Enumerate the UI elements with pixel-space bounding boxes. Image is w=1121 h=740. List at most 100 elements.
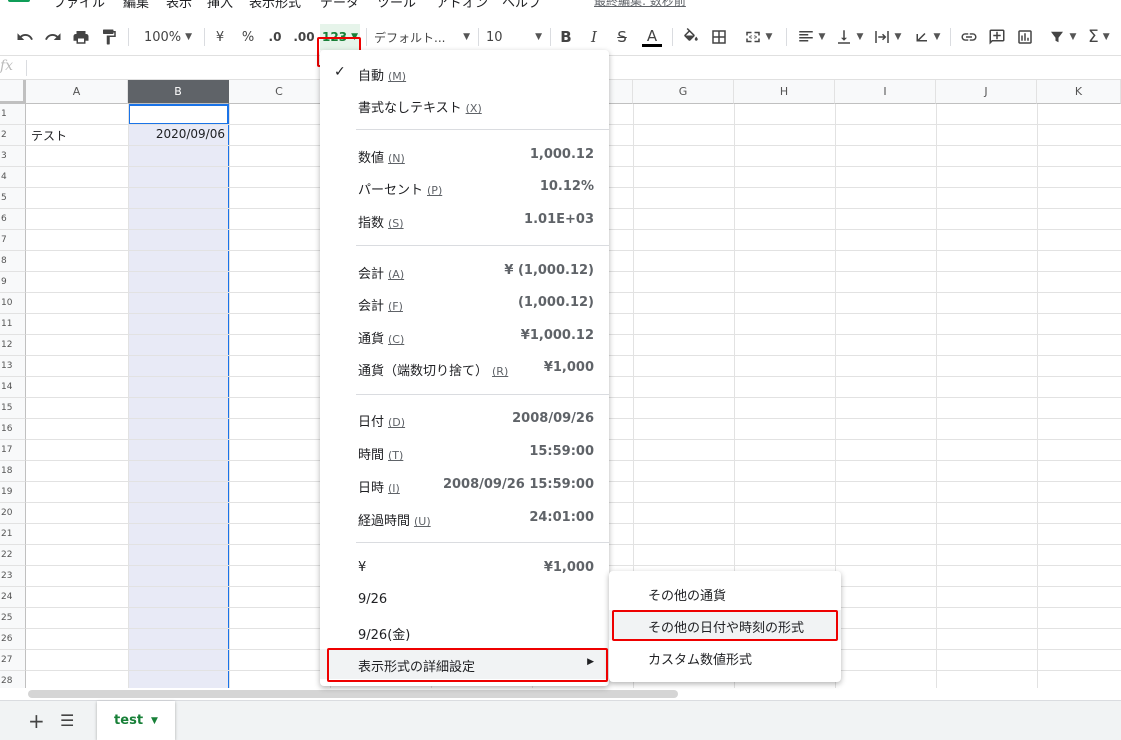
vertical-align-icon[interactable]: ▼ — [832, 24, 866, 50]
menu-item-more-formats[interactable]: 表示形式の詳細設定 ▶ — [320, 649, 609, 679]
percent-format-button[interactable]: % — [238, 24, 258, 50]
row-header-8[interactable]: 8 — [0, 251, 26, 272]
menu-item-custom-yen[interactable]: ¥ ¥1,000 — [320, 553, 609, 583]
menu-view[interactable]: 表示 — [166, 0, 192, 11]
row-header-25[interactable]: 25 — [0, 608, 26, 629]
row-header-3[interactable]: 3 — [0, 146, 26, 167]
menu-item-duration[interactable]: 経過時間 (U) 24:01:00 — [320, 503, 609, 533]
menu-item-automatic[interactable]: ✓ 自動 (M) — [320, 58, 609, 88]
menu-tools[interactable]: ツール — [377, 0, 416, 11]
row-header-10[interactable]: 10 — [0, 293, 26, 314]
insert-chart-icon[interactable] — [1014, 24, 1036, 50]
column-header-h[interactable]: H — [734, 80, 835, 104]
row-header-11[interactable]: 11 — [0, 314, 26, 335]
insert-comment-icon[interactable] — [986, 24, 1008, 50]
sheets-logo-icon[interactable] — [8, 0, 30, 2]
horizontal-scrollbar[interactable] — [28, 690, 678, 698]
row-header-16[interactable]: 16 — [0, 419, 26, 440]
text-wrap-icon[interactable]: ▼ — [870, 24, 904, 50]
add-sheet-icon[interactable]: + — [28, 709, 45, 733]
menu-data[interactable]: データ — [320, 0, 359, 11]
increase-decimal-button[interactable]: .00 — [292, 24, 316, 50]
menu-item-scientific[interactable]: 指数 (S) 1.01E+03 — [320, 205, 609, 235]
functions-icon[interactable]: Σ ▼ — [1088, 24, 1121, 50]
row-header-2[interactable]: 2 — [0, 125, 26, 146]
all-sheets-icon[interactable]: ☰ — [60, 711, 74, 730]
row-header-14[interactable]: 14 — [0, 377, 26, 398]
column-header-g[interactable]: G — [633, 80, 734, 104]
menu-edit[interactable]: 編集 — [123, 0, 149, 11]
menu-item-date-time[interactable]: 日時 (I) 2008/09/26 15:59:00 — [320, 470, 609, 500]
column-header-k[interactable]: K — [1037, 80, 1121, 104]
column-header-c[interactable]: C — [229, 80, 330, 104]
last-edit-link[interactable]: 最終編集: 数秒前 — [594, 0, 686, 9]
menu-file[interactable]: ファイル — [53, 0, 105, 11]
row-header-1[interactable]: 1 — [0, 104, 26, 125]
text-color-button[interactable]: A — [640, 24, 664, 50]
row-header-18[interactable]: 18 — [0, 461, 26, 482]
borders-icon[interactable] — [708, 24, 730, 50]
column-header-b[interactable]: B — [128, 80, 229, 104]
menu-item-currency[interactable]: 通貨 (C) ¥1,000.12 — [320, 321, 609, 351]
menu-addons[interactable]: アドオン — [436, 0, 488, 11]
row-header-4[interactable]: 4 — [0, 167, 26, 188]
submenu-more-date-time-formats[interactable]: その他の日付や時刻の形式 — [609, 610, 841, 640]
row-header-28[interactable]: 28 — [0, 671, 26, 688]
paint-format-icon[interactable] — [98, 24, 120, 50]
menu-item-custom-m-d-weekday[interactable]: 9/26(金) — [320, 617, 609, 647]
font-select[interactable]: デフォルト... ▼ — [374, 24, 470, 50]
text-rotate-icon[interactable]: ▼ — [908, 24, 944, 50]
font-size-select[interactable]: 10 ▼ — [486, 24, 542, 50]
row-header-26[interactable]: 26 — [0, 629, 26, 650]
strikethrough-button[interactable]: S — [612, 24, 632, 50]
column-header-j[interactable]: J — [936, 80, 1037, 104]
filter-icon[interactable]: ▼ — [1042, 24, 1082, 50]
currency-format-button[interactable]: ¥ — [210, 24, 230, 50]
menu-format[interactable]: 表示形式 — [249, 0, 301, 11]
italic-button[interactable]: I — [584, 24, 604, 50]
print-icon[interactable] — [70, 24, 92, 50]
merge-cells-icon[interactable]: ▼ — [738, 24, 778, 50]
menu-item-date[interactable]: 日付 (D) 2008/09/26 — [320, 404, 609, 434]
row-header-23[interactable]: 23 — [0, 566, 26, 587]
submenu-more-currencies[interactable]: その他の通貨 — [609, 578, 841, 608]
cell-b2[interactable]: 2020/09/06 — [128, 127, 225, 141]
select-all-corner[interactable] — [0, 80, 26, 104]
menu-item-percent[interactable]: パーセント (P) 10.12% — [320, 172, 609, 202]
row-header-17[interactable]: 17 — [0, 440, 26, 461]
menu-item-number[interactable]: 数値 (N) 1,000.12 — [320, 140, 609, 170]
redo-icon[interactable] — [42, 24, 64, 50]
row-header-24[interactable]: 24 — [0, 587, 26, 608]
row-header-20[interactable]: 20 — [0, 503, 26, 524]
menu-item-plain-text[interactable]: 書式なしテキスト (X) — [320, 90, 609, 120]
submenu-custom-number-format[interactable]: カスタム数値形式 — [609, 642, 841, 672]
menu-item-custom-m-d[interactable]: 9/26 — [320, 585, 609, 615]
row-header-19[interactable]: 19 — [0, 482, 26, 503]
active-cell-b1[interactable] — [128, 104, 229, 125]
row-header-13[interactable]: 13 — [0, 356, 26, 377]
zoom-select[interactable]: 100% ▼ — [138, 24, 198, 50]
decrease-decimal-button[interactable]: .0 — [264, 24, 286, 50]
menu-item-currency-rounded[interactable]: 通貨（端数切り捨て） (R) ¥1,000 — [320, 353, 609, 383]
row-header-27[interactable]: 27 — [0, 650, 26, 671]
menu-item-financial[interactable]: 会計 (F) (1,000.12) — [320, 288, 609, 318]
row-header-5[interactable]: 5 — [0, 188, 26, 209]
row-header-9[interactable]: 9 — [0, 272, 26, 293]
cell-a2[interactable]: テスト — [31, 127, 67, 144]
row-header-15[interactable]: 15 — [0, 398, 26, 419]
row-header-22[interactable]: 22 — [0, 545, 26, 566]
sheet-tab-test[interactable]: test ▼ — [97, 701, 175, 740]
row-header-6[interactable]: 6 — [0, 209, 26, 230]
menu-item-accounting[interactable]: 会計 (A) ¥ (1,000.12) — [320, 256, 609, 286]
fill-color-icon[interactable] — [680, 24, 702, 50]
insert-link-icon[interactable] — [958, 24, 980, 50]
horizontal-align-icon[interactable]: ▼ — [794, 24, 828, 50]
row-header-12[interactable]: 12 — [0, 335, 26, 356]
row-header-7[interactable]: 7 — [0, 230, 26, 251]
menu-help[interactable]: ヘルプ — [502, 0, 541, 11]
menu-item-time[interactable]: 時間 (T) 15:59:00 — [320, 437, 609, 467]
bold-button[interactable]: B — [556, 24, 576, 50]
row-header-21[interactable]: 21 — [0, 524, 26, 545]
number-format-button[interactable]: 123 ▼ — [320, 24, 360, 50]
column-header-i[interactable]: I — [835, 80, 936, 104]
